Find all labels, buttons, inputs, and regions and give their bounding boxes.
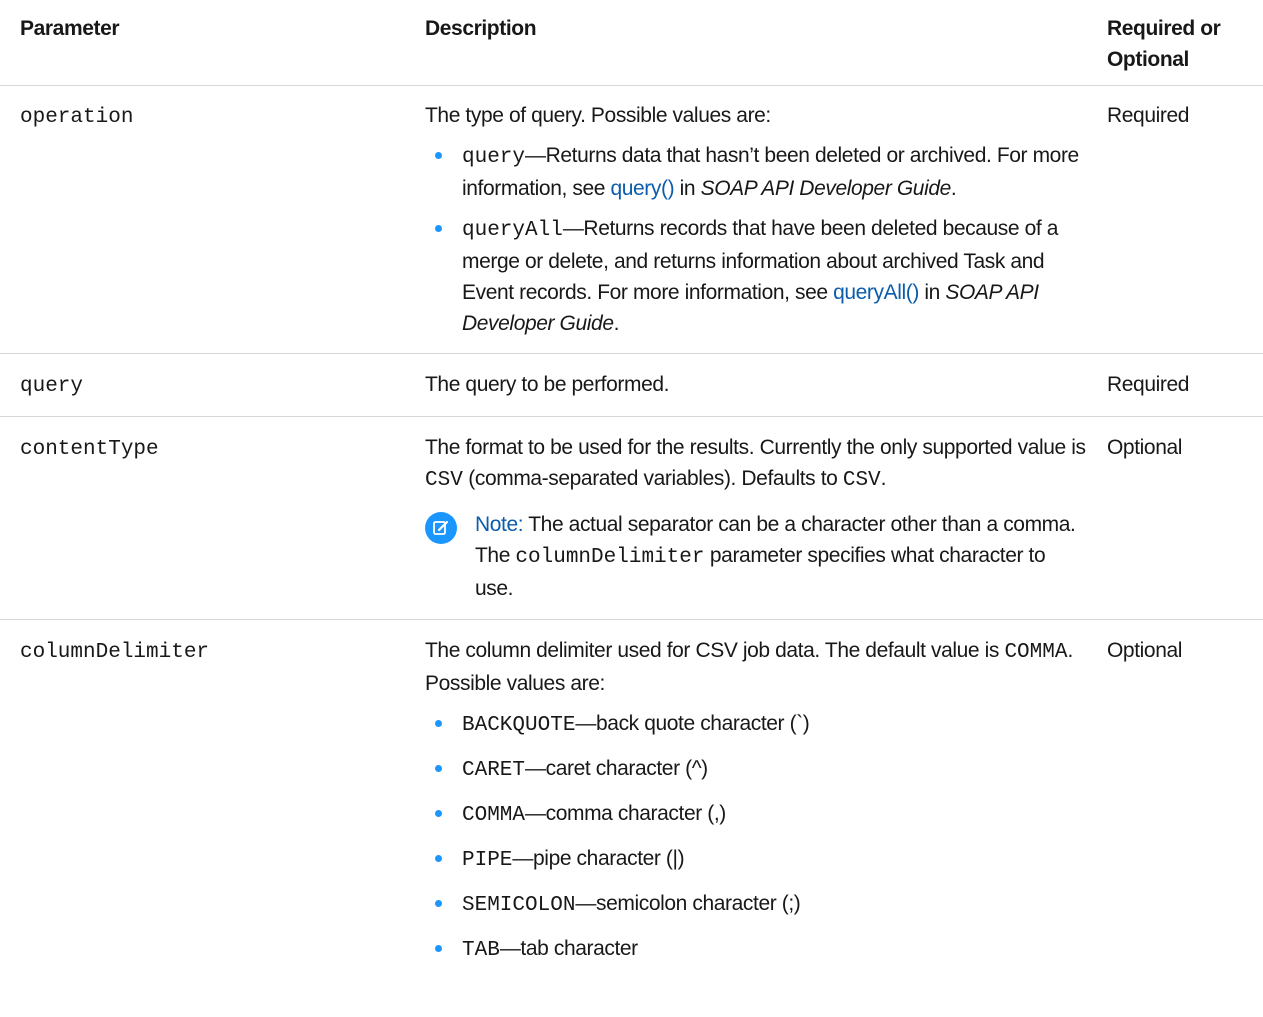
header-description: Description xyxy=(419,0,1101,86)
bullet-icon xyxy=(435,810,442,817)
required-value: Optional xyxy=(1107,639,1183,662)
bullet-icon xyxy=(435,945,442,952)
param-description: The format to be used for the results. C… xyxy=(425,436,1086,492)
list-item: COMMA—comma character (,) xyxy=(425,798,1087,831)
table-row: query The query to be performed. Require… xyxy=(0,353,1263,417)
bullet-icon xyxy=(435,225,442,232)
param-description: The column delimiter used for CSV job da… xyxy=(425,639,1073,695)
param-description: The type of query. Possible values are: xyxy=(425,104,771,127)
parameters-table: Parameter Description Required or Option… xyxy=(0,0,1263,966)
required-value: Required xyxy=(1107,373,1190,396)
value-list: query—Returns data that hasn’t been dele… xyxy=(425,140,1087,339)
bullet-icon xyxy=(435,765,442,772)
list-item: SEMICOLON—semicolon character (;) xyxy=(425,888,1087,921)
param-name: operation xyxy=(20,106,134,129)
param-name: query xyxy=(20,375,84,398)
query-link[interactable]: query() xyxy=(610,177,674,200)
table-row: contentType The format to be used for th… xyxy=(0,416,1263,620)
table-header-row: Parameter Description Required or Option… xyxy=(0,0,1263,86)
bullet-icon xyxy=(435,152,442,159)
list-item: PIPE—pipe character (|) xyxy=(425,843,1087,876)
note-callout: Note: The actual separator can be a char… xyxy=(425,509,1087,604)
param-description: The query to be performed. xyxy=(425,373,670,396)
required-value: Optional xyxy=(1107,436,1183,459)
header-required: Required or Optional xyxy=(1101,0,1263,86)
param-name: columnDelimiter xyxy=(20,641,210,664)
list-item: TAB—tab character xyxy=(425,933,1087,966)
value-list: BACKQUOTE—back quote character (`) CARET… xyxy=(425,708,1087,966)
note-label: Note: xyxy=(475,513,524,536)
bullet-icon xyxy=(435,720,442,727)
list-item: CARET—caret character (^) xyxy=(425,753,1087,786)
bullet-icon xyxy=(435,855,442,862)
table-row: columnDelimiter The column delimiter use… xyxy=(0,620,1263,967)
queryall-link[interactable]: queryAll() xyxy=(833,281,919,304)
bullet-icon xyxy=(435,900,442,907)
list-item: query—Returns data that hasn’t been dele… xyxy=(425,140,1087,204)
list-item: queryAll—Returns records that have been … xyxy=(425,213,1087,339)
header-parameter: Parameter xyxy=(0,0,419,86)
list-item: BACKQUOTE—back quote character (`) xyxy=(425,708,1087,741)
required-value: Required xyxy=(1107,104,1190,127)
edit-note-icon xyxy=(425,512,457,544)
table-row: operation The type of query. Possible va… xyxy=(0,85,1263,354)
param-name: contentType xyxy=(20,438,159,461)
